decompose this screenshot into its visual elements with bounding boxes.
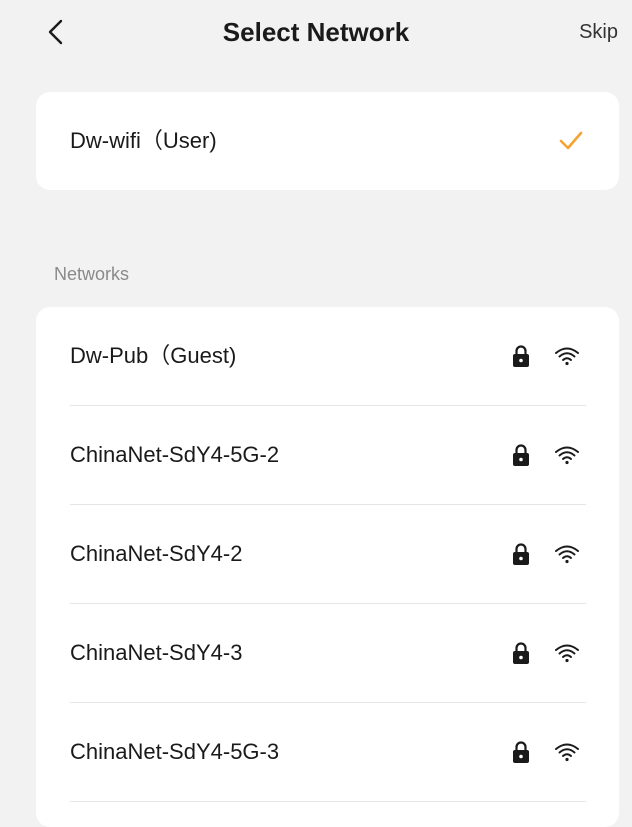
row-divider: [70, 801, 586, 802]
header-bar: Select Network Skip: [0, 0, 632, 64]
network-name: ChinaNet-SdY4-3: [70, 640, 243, 665]
current-network-name: Dw-wifi（User): [70, 128, 217, 153]
network-item-chinanet-sdy4-5g-2[interactable]: ChinaNet-SdY4-5G-2: [70, 406, 586, 505]
network-name: ChinaNet-SdY4-2: [70, 541, 243, 566]
page-title: Select Network: [222, 17, 410, 47]
skip-button[interactable]: Skip: [579, 16, 618, 48]
network-item-chinanet-sdy4-2[interactable]: ChinaNet-SdY4-2: [70, 505, 586, 604]
networks-section-label: Networks: [54, 264, 130, 284]
lock-icon: [513, 444, 529, 466]
wifi-icon: [555, 743, 579, 762]
network-item-chinanet-sdy4-3[interactable]: ChinaNet-SdY4-3: [70, 604, 586, 703]
lock-icon: [513, 741, 529, 763]
lock-icon: [513, 642, 529, 664]
wifi-icon: [555, 644, 579, 663]
checkmark-icon: [559, 131, 583, 150]
networks-list: Dw-Pub（Guest) ChinaNet-SdY4-5G-2 ChinaNe…: [36, 307, 619, 827]
wifi-icon: [555, 347, 579, 366]
network-name: Dw-Pub（Guest): [70, 343, 237, 368]
network-item-chinanet-sdy4-5g-3[interactable]: ChinaNet-SdY4-5G-3: [70, 703, 586, 802]
network-item-dw-pub[interactable]: Dw-Pub（Guest): [70, 307, 586, 406]
lock-icon: [513, 345, 529, 367]
wifi-icon: [555, 545, 579, 564]
network-name: ChinaNet-SdY4-5G-3: [70, 739, 280, 764]
current-network-card[interactable]: Dw-wifi（User): [36, 92, 619, 190]
network-name: ChinaNet-SdY4-5G-2: [70, 442, 280, 467]
wifi-icon: [555, 446, 579, 465]
lock-icon: [513, 543, 529, 565]
